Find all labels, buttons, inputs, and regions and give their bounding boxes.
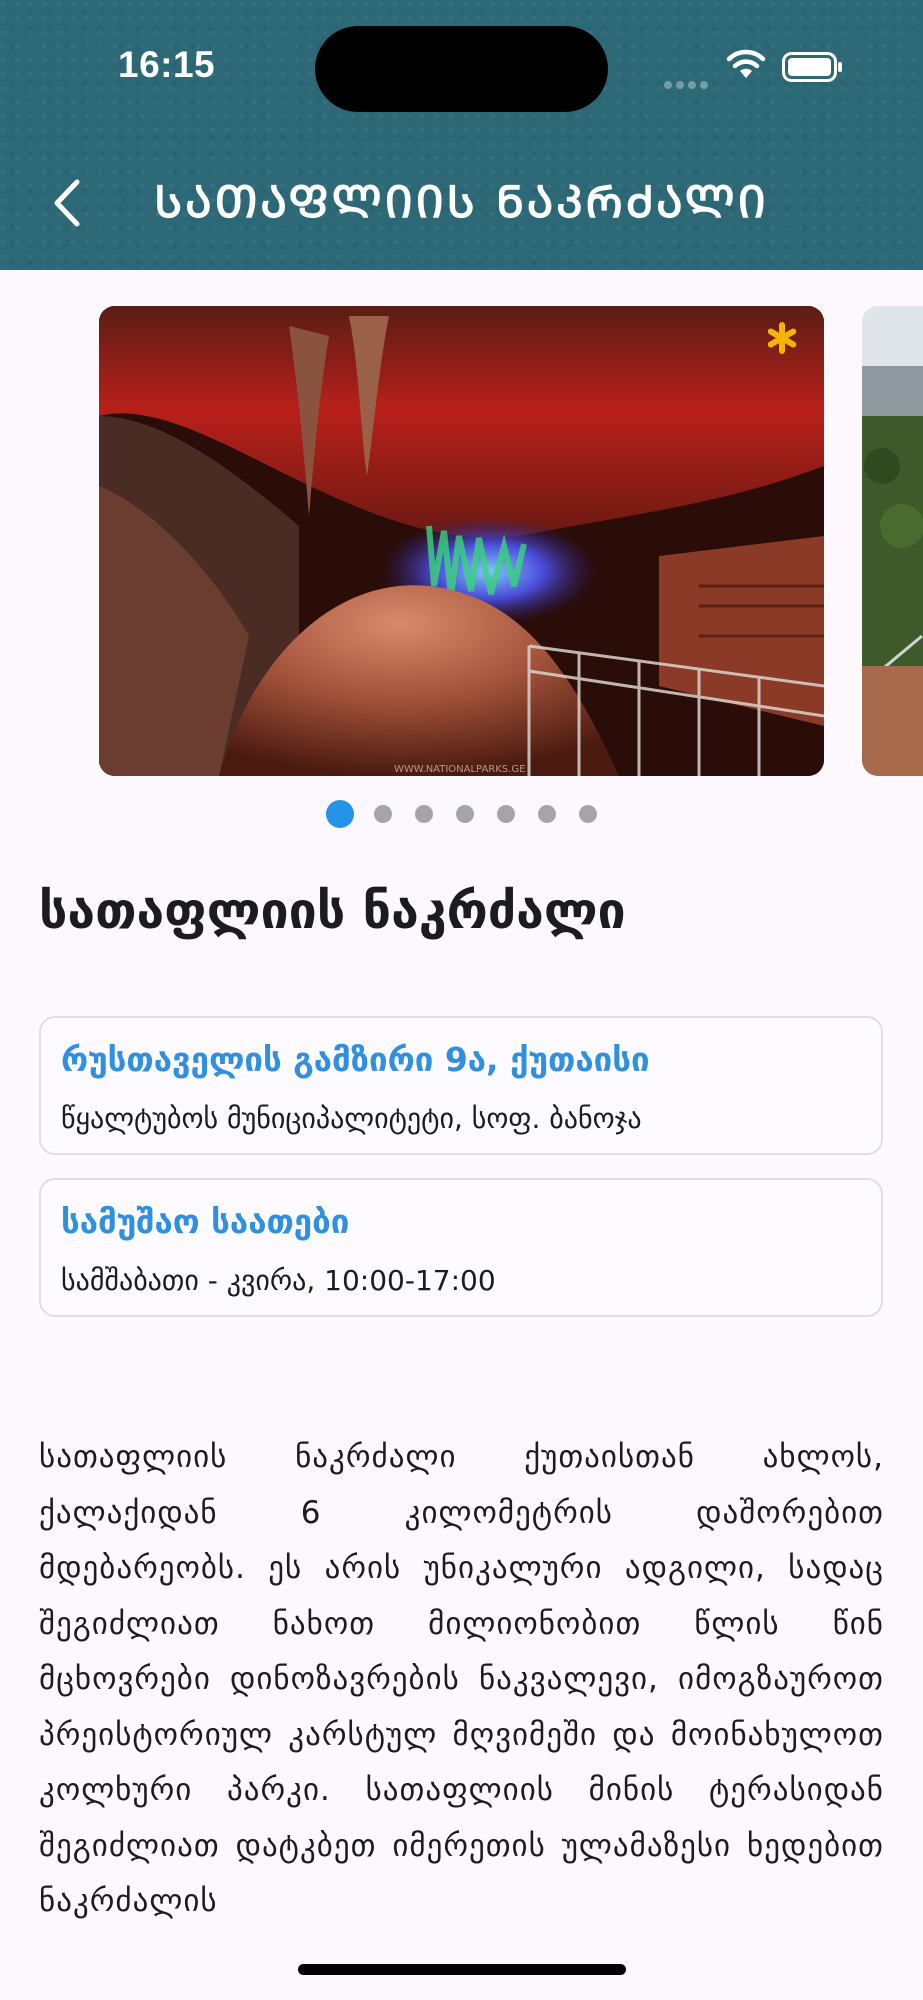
cave-photo: WWW.NATIONALPARKS.GE — [99, 306, 824, 776]
address-subtitle: წყალტუბოს მუნიციპალიტეტი, სოფ. ბანოჯა — [61, 1102, 642, 1135]
address-link[interactable]: რუსთაველის გამზირი 9ა, ქუთაისი — [61, 1040, 650, 1079]
star-icon[interactable] — [762, 318, 802, 358]
page-dot-5[interactable] — [497, 805, 516, 823]
back-button[interactable] — [40, 168, 96, 238]
place-description: სათაფლიის ნაკრძალი ქუთაისთან ახლოს, ქალა… — [39, 1439, 884, 1919]
carousel-pagination — [0, 800, 923, 830]
carousel-image-cave[interactable]: WWW.NATIONALPARKS.GE — [99, 306, 824, 776]
hours-card: სამუშაო საათები სამშაბათი - კვირა, 10:00… — [39, 1178, 883, 1317]
hours-title: სამუშაო საათები — [61, 1202, 350, 1241]
address-card[interactable]: რუსთაველის გამზირი 9ა, ქუთაისი წყალტუბოს… — [39, 1016, 883, 1155]
page-dot-3[interactable] — [414, 805, 433, 823]
status-time: 16:15 — [118, 44, 216, 85]
landscape-photo — [862, 306, 923, 776]
page-dot-6[interactable] — [538, 805, 557, 823]
page-dot-2[interactable] — [373, 805, 392, 823]
page-dot-7[interactable] — [579, 805, 598, 823]
dynamic-island — [315, 26, 608, 112]
battery-icon — [782, 52, 842, 82]
app-header: 16:15 ᲡᲐᲗᲐᲤᲚᲘᲘᲡ ᲜᲐᲙᲠᲫᲐᲚᲘ — [0, 0, 923, 270]
header-title: ᲡᲐᲗᲐᲤᲚᲘᲘᲡ ᲜᲐᲙᲠᲫᲐᲚᲘ — [154, 177, 769, 228]
hours-value: სამშაბათი - კვირა, 10:00-17:00 — [61, 1264, 496, 1297]
home-indicator[interactable] — [298, 1964, 626, 1975]
image-carousel[interactable]: WWW.NATIONALPARKS.GE — [0, 306, 923, 776]
chevron-left-icon — [54, 179, 80, 227]
cellular-signal-icon — [664, 74, 712, 93]
status-icons — [660, 48, 860, 89]
carousel-image-next[interactable] — [862, 306, 923, 776]
wifi-icon — [726, 49, 766, 78]
page-dot-1[interactable] — [325, 800, 354, 828]
page-dot-4[interactable] — [456, 805, 474, 823]
photo-watermark: WWW.NATIONALPARKS.GE — [394, 764, 525, 775]
place-title: სათაფლიის ნაკრძალი — [39, 882, 626, 940]
